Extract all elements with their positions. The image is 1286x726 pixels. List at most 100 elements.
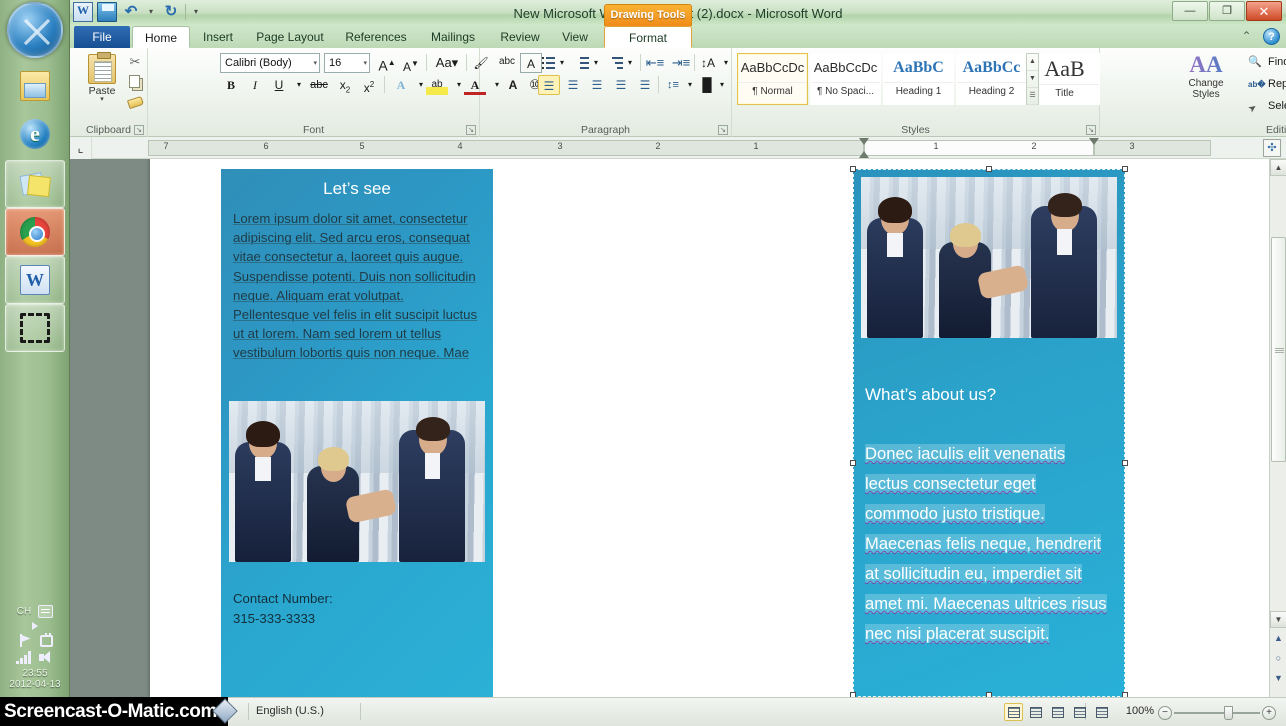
zoom-in-button[interactable]	[1262, 706, 1276, 720]
style-normal[interactable]: AaBbCcDc ¶ Normal	[737, 53, 808, 105]
style-heading-1[interactable]: AaBbC Heading 1	[883, 53, 954, 105]
keyboard-icon[interactable]	[38, 605, 54, 618]
change-styles-button[interactable]: AA Change Styles	[1178, 52, 1234, 100]
ruler-track[interactable]: 7 6 5 4 3 2 1 1 2 3	[148, 138, 1211, 158]
volume-speaker-icon[interactable]	[39, 651, 54, 664]
left-text-panel[interactable]: Let’s see Lorem ipsum dolor sit amet, co…	[221, 169, 493, 697]
format-painter-icon[interactable]	[126, 93, 144, 111]
zoom-slider[interactable]	[1158, 706, 1276, 720]
chevron-down-icon[interactable]: ▾	[590, 53, 602, 73]
strikethrough-button[interactable]: abc	[308, 75, 330, 95]
change-case-button[interactable]: Aa▾	[432, 53, 462, 73]
styles-scroll-down-icon[interactable]: ▼	[1027, 71, 1038, 88]
clipboard-dialog-launcher[interactable]	[134, 125, 144, 135]
multilevel-list-icon[interactable]	[606, 53, 626, 73]
first-line-indent-marker[interactable]	[859, 138, 869, 145]
chevron-down-icon[interactable]: ▾	[720, 53, 732, 73]
increase-indent-icon[interactable]: ⇥≡	[670, 53, 692, 73]
shading-icon[interactable]: █	[696, 75, 718, 95]
ruler-view-toggle-icon[interactable]	[1263, 139, 1281, 157]
line-spacing-icon[interactable]: ↕≡	[662, 75, 684, 95]
italic-button[interactable]: I	[244, 75, 266, 95]
tab-file[interactable]: File	[74, 26, 130, 48]
zoom-out-button[interactable]	[1158, 706, 1172, 720]
sort-icon[interactable]: ↕A	[697, 53, 719, 73]
tray-clock-time[interactable]: 23:55	[0, 668, 70, 679]
superscript-button[interactable]: x2	[358, 75, 380, 95]
tab-review[interactable]: Review	[490, 26, 550, 48]
help-icon[interactable]	[1263, 28, 1280, 45]
justify-button[interactable]: ☰	[610, 75, 632, 95]
scroll-up-button[interactable]	[1270, 159, 1286, 176]
tray-icons-row-1[interactable]	[0, 632, 70, 647]
align-left-button[interactable]: ☰	[538, 75, 560, 95]
chevron-down-icon[interactable]: ▾	[363, 54, 367, 73]
chevron-down-icon[interactable]: ▾	[684, 75, 696, 95]
replace-button[interactable]: Replace	[1246, 75, 1286, 94]
tray-clock-date[interactable]: 2012-04-13	[0, 679, 70, 690]
decrease-indent-icon[interactable]: ⇤≡	[644, 53, 666, 73]
safely-remove-hardware-icon[interactable]	[39, 632, 53, 647]
styles-gallery-scroll[interactable]: ▲ ▼ ☰	[1026, 53, 1039, 105]
tab-view[interactable]: View	[552, 26, 598, 48]
subscript-button[interactable]: x2	[334, 75, 356, 95]
chevron-right-icon[interactable]	[32, 622, 38, 630]
cut-icon[interactable]	[126, 53, 144, 71]
font-dialog-launcher[interactable]	[466, 125, 476, 135]
styles-dialog-launcher[interactable]	[1086, 125, 1096, 135]
text-effects-button[interactable]: A	[390, 75, 412, 95]
taskbar-item-windows-explorer[interactable]	[5, 62, 65, 110]
tab-mailings[interactable]: Mailings	[418, 26, 488, 48]
start-button[interactable]	[7, 2, 63, 58]
scrollbar-thumb[interactable]	[1271, 237, 1286, 462]
font-size-combo[interactable]: 16 ▾	[324, 53, 370, 73]
paste-button[interactable]: Paste ▾	[80, 52, 124, 110]
numbering-icon[interactable]	[572, 53, 592, 73]
tray-expand-row[interactable]	[0, 622, 70, 630]
minimize-ribbon-icon[interactable]	[1238, 28, 1255, 45]
view-draft[interactable]	[1092, 703, 1111, 721]
tab-format[interactable]: Format	[604, 26, 692, 48]
chevron-down-icon[interactable]: ▾	[624, 53, 636, 73]
resize-handle-tl[interactable]	[850, 166, 856, 172]
zoom-track[interactable]	[1174, 712, 1260, 714]
zoom-level-label[interactable]: 100%	[1126, 705, 1154, 717]
center-button[interactable]: ☰	[562, 75, 584, 95]
left-indent-marker[interactable]	[859, 151, 869, 158]
style-title[interactable]: AaB Title	[1029, 53, 1100, 105]
bullets-icon[interactable]	[538, 53, 558, 73]
language-status[interactable]: English (U.S.)	[256, 705, 324, 717]
tray-icons-row-2[interactable]	[0, 651, 70, 664]
select-browse-object-button[interactable]: ○	[1271, 651, 1286, 666]
view-web-layout[interactable]	[1048, 703, 1067, 721]
distributed-button[interactable]: ☰	[634, 75, 656, 95]
style-heading-2[interactable]: AaBbCc Heading 2	[956, 53, 1027, 105]
left-panel-photo[interactable]	[229, 401, 485, 562]
network-signal-icon[interactable]	[16, 651, 32, 664]
taskbar-item-microsoft-word[interactable]	[5, 256, 65, 304]
select-button[interactable]: Select ▾	[1246, 97, 1286, 116]
chevron-down-icon[interactable]: ▾	[313, 54, 317, 73]
find-button[interactable]: Find ▾	[1246, 53, 1286, 72]
view-full-screen-reading[interactable]	[1026, 703, 1045, 721]
paragraph-dialog-launcher[interactable]	[718, 125, 728, 135]
styles-scroll-up-icon[interactable]: ▲	[1027, 54, 1038, 71]
taskbar-item-snipping-tool[interactable]	[5, 304, 65, 352]
previous-page-button[interactable]: ▲	[1271, 631, 1286, 646]
tab-references[interactable]: References	[336, 26, 416, 48]
document-canvas[interactable]: Let’s see Lorem ipsum dolor sit amet, co…	[70, 159, 1286, 697]
tray-language-row[interactable]: CH	[0, 605, 70, 618]
underline-button[interactable]: U	[268, 75, 290, 95]
copy-icon[interactable]	[126, 73, 144, 91]
chevron-down-icon[interactable]: ▾	[716, 75, 728, 95]
minimize-button[interactable]	[1172, 1, 1208, 21]
tab-stop-selector[interactable]	[70, 137, 92, 159]
vertical-scrollbar[interactable]: ▲ ○ ▼	[1269, 159, 1286, 697]
right-indent-marker[interactable]	[1089, 138, 1099, 145]
underline-dropdown-icon[interactable]: ▾	[288, 75, 310, 95]
taskbar-item-google-chrome[interactable]	[5, 208, 65, 256]
chevron-down-icon[interactable]: ▾	[80, 96, 124, 103]
chevron-down-icon[interactable]: ▾	[556, 53, 568, 73]
resize-handle-tm[interactable]	[986, 166, 992, 172]
tab-page-layout[interactable]: Page Layout	[246, 26, 334, 48]
